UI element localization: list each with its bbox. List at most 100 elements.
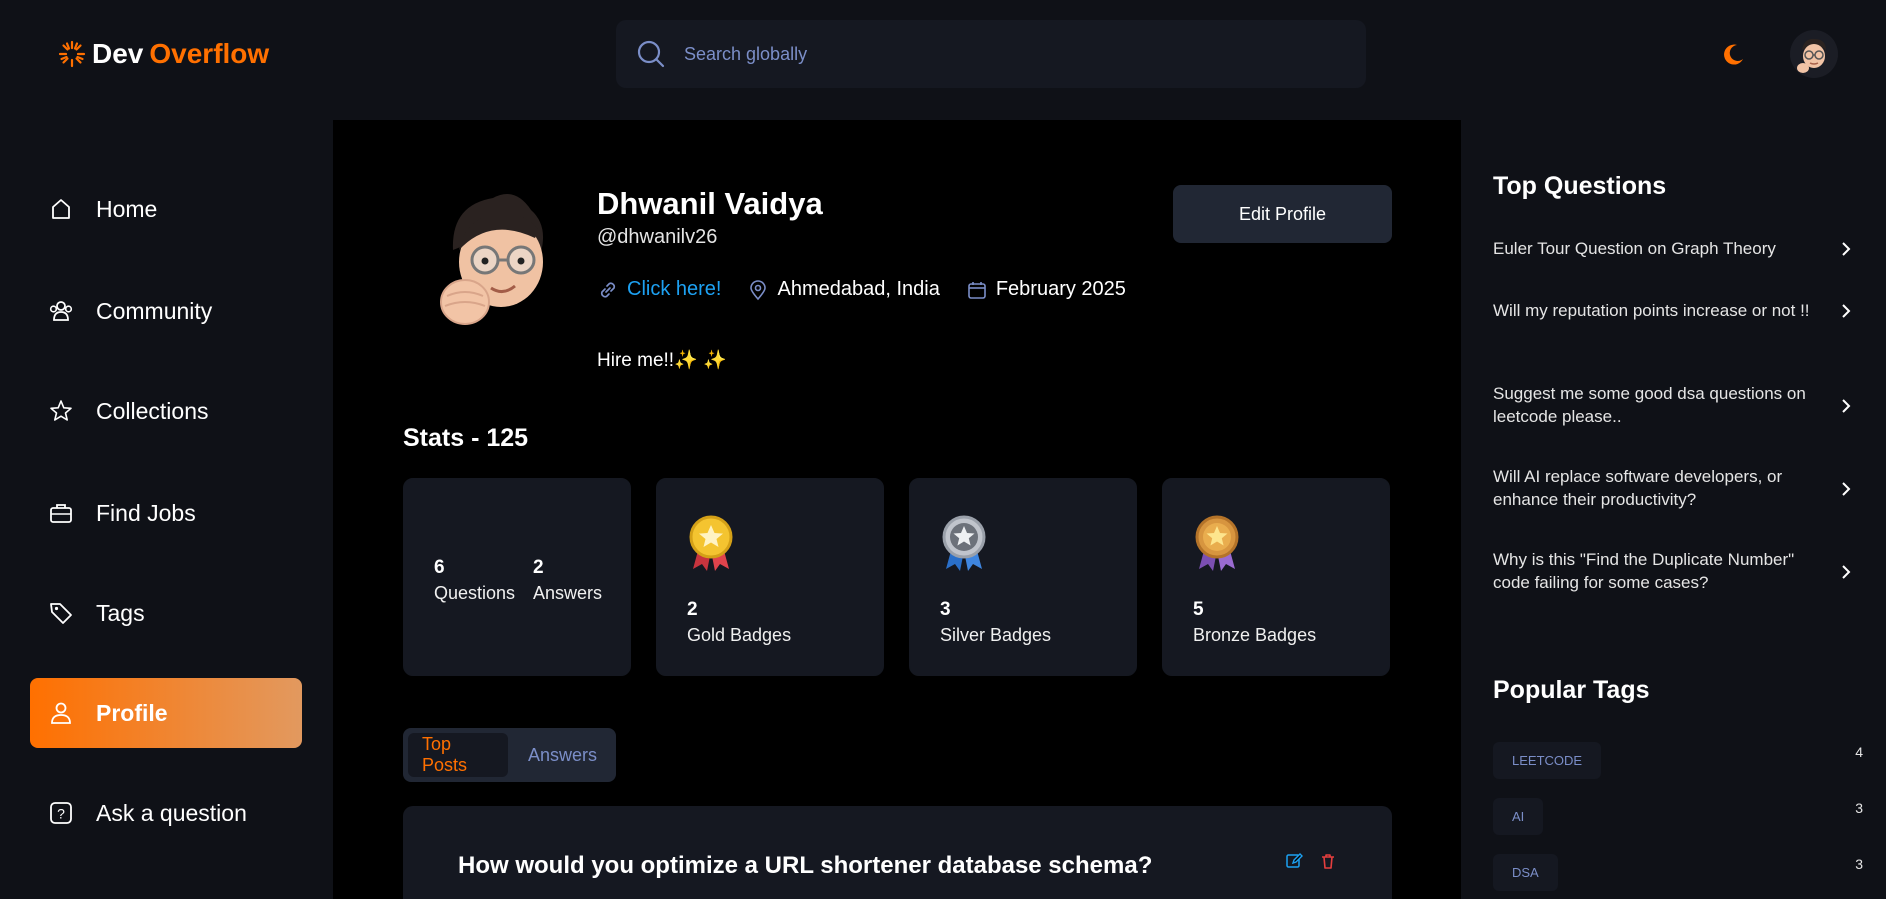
- nav-item-ask-question[interactable]: ? Ask a question: [30, 778, 302, 848]
- questions-label: Questions: [434, 583, 516, 603]
- nav-item-tags[interactable]: Tags: [30, 578, 302, 648]
- logo[interactable]: Dev Overflow: [58, 38, 269, 70]
- stat-card-qa: 6 Questions 2 Answers: [403, 478, 631, 676]
- profile-username: @dhwanilv26: [597, 226, 718, 248]
- joined-date: February 2025: [966, 278, 1126, 301]
- search-icon: [637, 40, 665, 68]
- tag-count: 4: [1855, 744, 1863, 760]
- top-question-text: Suggest me some good dsa questions on le…: [1493, 384, 1806, 426]
- nav-label-ask-question: Ask a question: [96, 799, 247, 826]
- gold-badges-label: Gold Badges: [687, 625, 792, 645]
- popular-tags-title: Popular Tags: [1493, 676, 1650, 704]
- top-question-item[interactable]: Euler Tour Question on Graph Theory: [1493, 238, 1853, 261]
- users-icon: [49, 301, 73, 321]
- tag-count: 3: [1855, 856, 1863, 872]
- questions-count: 6: [434, 557, 445, 578]
- top-question-text: Will my reputation points increase or no…: [1493, 301, 1810, 320]
- top-question-item[interactable]: Will AI replace software developers, or …: [1493, 466, 1853, 512]
- top-question-text: Why is this "Find the Duplicate Number" …: [1493, 550, 1795, 592]
- stats-title: Stats - 125: [403, 424, 529, 452]
- tag-row: LEETCODE 4: [1493, 742, 1863, 779]
- tag-row: AI 3: [1493, 798, 1863, 835]
- nav-item-community[interactable]: Community: [30, 276, 302, 346]
- stat-answers: 2 Answers: [533, 557, 602, 604]
- stat-card-silver: 3 Silver Badges: [909, 478, 1137, 676]
- profile-tabs: Top Posts Answers: [403, 728, 616, 782]
- briefcase-icon: [50, 504, 72, 523]
- gold-badges-count: 2: [687, 599, 698, 620]
- bronze-badges-count: 5: [1193, 599, 1204, 620]
- top-question-item[interactable]: Suggest me some good dsa questions on le…: [1493, 383, 1853, 429]
- nav-label-collections: Collections: [96, 397, 209, 424]
- logo-text-dev: Dev: [92, 38, 144, 69]
- tag-count: 3: [1855, 800, 1863, 816]
- svg-text:?: ?: [57, 806, 65, 822]
- nav-item-home[interactable]: Home: [30, 174, 302, 244]
- question-icon: ?: [50, 802, 72, 824]
- nav-label-community: Community: [96, 297, 213, 324]
- chevron-right-icon: [1842, 399, 1851, 413]
- location: Ahmedabad, India: [747, 278, 940, 301]
- calendar-icon: [968, 281, 986, 299]
- logo-icon: [58, 40, 86, 68]
- profile-bio: Hire me!!✨ ✨: [597, 350, 727, 371]
- star-icon: [50, 400, 72, 421]
- tag-pill[interactable]: AI: [1493, 798, 1544, 835]
- delete-icon[interactable]: [1319, 852, 1337, 870]
- edit-icon[interactable]: [1285, 852, 1303, 870]
- nav-label-profile: Profile: [96, 699, 168, 726]
- joined-date-text: February 2025: [995, 278, 1126, 300]
- link-icon: [600, 281, 616, 298]
- chevron-right-icon: [1842, 482, 1851, 496]
- top-navbar: Dev Overflow: [0, 0, 1886, 110]
- silver-badges-label: Silver Badges: [940, 625, 1052, 645]
- chevron-right-icon: [1842, 565, 1851, 579]
- bronze-medal-icon: [1195, 515, 1239, 571]
- user-avatar[interactable]: [1790, 30, 1838, 78]
- tab-top-posts[interactable]: Top Posts: [408, 733, 508, 777]
- home-icon: [52, 199, 70, 219]
- stat-card-gold: 2 Gold Badges: [656, 478, 884, 676]
- global-search[interactable]: [616, 20, 1366, 88]
- post-actions: [1285, 852, 1337, 870]
- portfolio-link[interactable]: Click here!: [597, 278, 721, 301]
- top-question-item[interactable]: Will my reputation points increase or no…: [1493, 300, 1853, 323]
- profile-main: Dhwanil Vaidya @dhwanilv26 Click here! A…: [333, 120, 1461, 899]
- tag-icon: [50, 603, 72, 624]
- chevron-right-icon: [1842, 304, 1851, 319]
- top-question-text: Will AI replace software developers, or …: [1493, 467, 1783, 509]
- top-question-item[interactable]: Why is this "Find the Duplicate Number" …: [1493, 549, 1853, 595]
- profile-name: Dhwanil Vaidya: [597, 186, 823, 221]
- stat-questions: 6 Questions: [434, 557, 515, 604]
- search-input[interactable]: [684, 43, 1284, 65]
- portfolio-link-text[interactable]: Click here!: [627, 278, 721, 301]
- nav-item-profile[interactable]: Profile: [30, 678, 302, 748]
- nav-label-find-jobs: Find Jobs: [96, 499, 196, 526]
- nav-label-home: Home: [96, 195, 158, 222]
- user-icon: [51, 702, 71, 724]
- tag-row: DSA 3: [1493, 854, 1863, 891]
- tag-pill[interactable]: DSA: [1493, 854, 1558, 891]
- silver-badges-count: 3: [940, 599, 951, 620]
- answers-count: 2: [533, 557, 544, 578]
- stat-card-bronze: 5 Bronze Badges: [1162, 478, 1390, 676]
- logo-text-overflow: Overflow: [149, 38, 270, 69]
- post-title[interactable]: How would you optimize a URL shortener d…: [458, 852, 1152, 880]
- top-questions-title: Top Questions: [1493, 172, 1667, 200]
- tab-answers[interactable]: Answers: [514, 733, 611, 777]
- post-card[interactable]: How would you optimize a URL shortener d…: [403, 806, 1392, 899]
- silver-medal-icon: [942, 515, 986, 571]
- tag-pill[interactable]: LEETCODE: [1493, 742, 1602, 779]
- right-sidebar: Top Questions Euler Tour Question on Gra…: [1461, 110, 1886, 899]
- theme-toggle-moon-icon[interactable]: [1720, 42, 1746, 68]
- nav-label-tags: Tags: [96, 599, 145, 626]
- edit-profile-button[interactable]: Edit Profile: [1173, 185, 1392, 243]
- nav-item-find-jobs[interactable]: Find Jobs: [30, 478, 302, 548]
- bronze-badges-label: Bronze Badges: [1193, 625, 1317, 645]
- nav-item-collections[interactable]: Collections: [30, 376, 302, 446]
- location-text: Ahmedabad, India: [777, 278, 940, 300]
- answers-label: Answers: [533, 583, 603, 603]
- gold-medal-icon: [689, 515, 733, 571]
- location-pin-icon: [750, 279, 767, 300]
- profile-meta: Click here! Ahmedabad, India February 20…: [597, 278, 1126, 301]
